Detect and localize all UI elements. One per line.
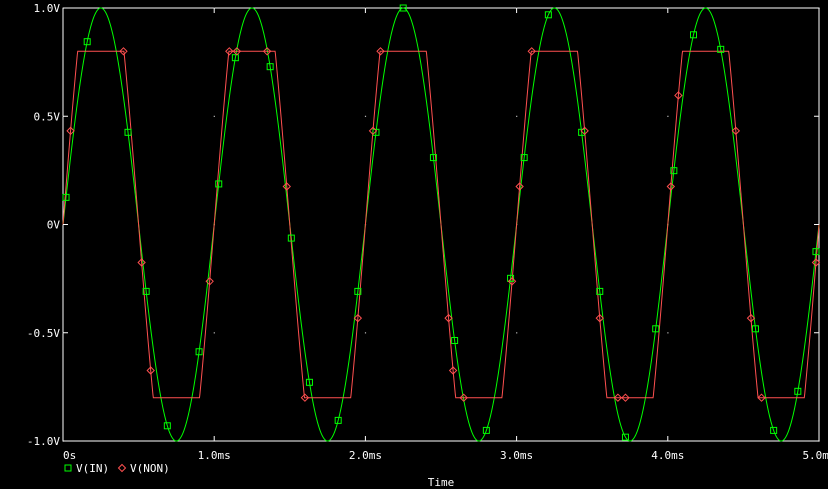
x-tick-label: 5.0ms (802, 449, 828, 462)
y-tick-label: -0.5V (27, 327, 60, 340)
x-tick-label: 4.0ms (651, 449, 684, 462)
y-tick-label: 0.5V (34, 110, 61, 123)
x-tick-label: 1.0ms (198, 449, 231, 462)
x-tick-label: 2.0ms (349, 449, 382, 462)
y-tick-label: -1.0V (27, 435, 60, 448)
y-tick-label: 1.0V (34, 2, 61, 15)
legend: V(IN) V(NON) (64, 462, 170, 475)
grid-dot (364, 115, 367, 117)
x-axis-label: Time (428, 476, 455, 489)
grid-dot (364, 332, 367, 334)
grid-dot (516, 115, 518, 117)
x-tick-label: 3.0ms (500, 449, 533, 462)
grid-dot (516, 332, 518, 334)
legend-swatch-diamond (117, 463, 127, 473)
grid-dot (667, 332, 669, 334)
x-tick-label: 0s (63, 449, 76, 462)
chart: 0s 1.0ms 2.0ms 3.0ms 4.0ms 5.0ms 1.0V 0.5V 0V -0… (27, 2, 828, 489)
grid-dot (213, 332, 215, 334)
y-tick-label: 0V (47, 219, 61, 232)
legend-label: V(NON) (130, 462, 170, 475)
legend-swatch-square (64, 464, 72, 472)
legend-label: V(IN) (76, 462, 109, 475)
grid-dot (667, 115, 669, 117)
grid-dot (213, 115, 215, 117)
